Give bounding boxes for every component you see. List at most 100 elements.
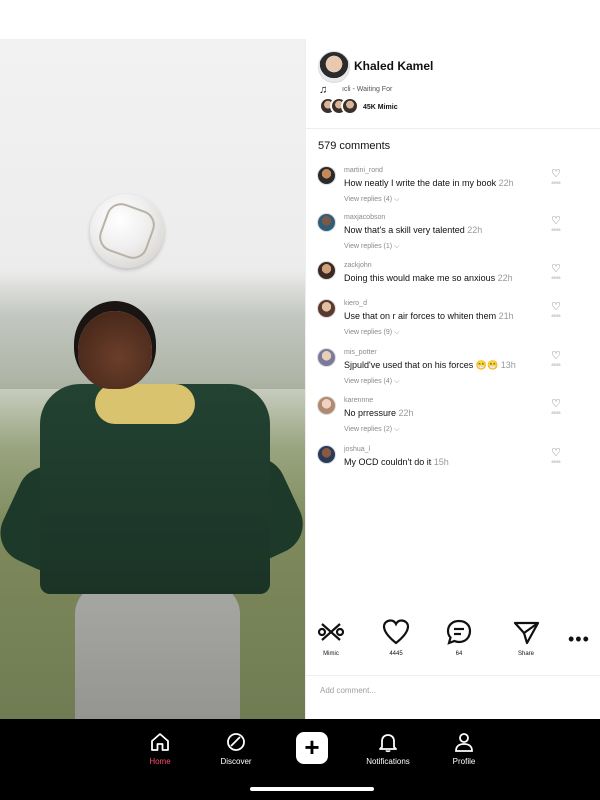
comment-like-button[interactable]: ♡ 8098 (550, 301, 562, 319)
comment-like-button[interactable]: ♡ 8098 (550, 216, 562, 233)
music-title[interactable]: ıcli - Waiting For (342, 86, 392, 93)
mimic-count[interactable]: 45K Mimic (363, 104, 398, 111)
comment-avatar[interactable] (317, 213, 336, 232)
comment-text: No prressure 22h (344, 408, 414, 418)
creator-avatar[interactable] (318, 51, 350, 83)
nav-profile[interactable]: Profile (434, 731, 494, 766)
comment-time: 15h (433, 457, 449, 467)
comment-avatar[interactable] (317, 445, 336, 464)
comment-like-button[interactable]: ♡ 8098 (550, 263, 562, 281)
profile-person-icon (455, 733, 473, 752)
person-pants (75, 584, 240, 719)
discover-search-icon (227, 733, 245, 751)
heart-outline-icon: ♡ (551, 350, 561, 362)
share-label: Share (517, 651, 534, 657)
comment-like-count: 8098 (551, 227, 561, 232)
comments-count: 64 (455, 651, 463, 657)
comment-avatar[interactable] (317, 396, 336, 415)
comment-like-button[interactable]: ♡ 8098 (550, 398, 562, 416)
view-replies-label: View replies (9) (344, 329, 393, 336)
chevron-down-icon: ⌵ (394, 243, 400, 250)
comment-username[interactable]: maxjacobson (344, 214, 385, 221)
comment-avatar[interactable] (317, 299, 336, 318)
comment-username[interactable]: martini_rond (344, 167, 383, 174)
heart-outline-icon: ♡ (551, 301, 561, 313)
comment-time: 21h (498, 311, 514, 321)
mimic-button[interactable]: Mimic (306, 617, 356, 657)
home-icon (151, 733, 169, 751)
nav-notifications-label: Notifications (366, 757, 410, 766)
person-head (78, 311, 152, 389)
heart-icon (371, 617, 421, 647)
comment-like-button[interactable]: ♡ 8098 (550, 168, 562, 186)
comment-avatar[interactable] (317, 166, 336, 185)
view-replies-link[interactable]: View replies (9) ⌵ (344, 329, 399, 337)
chevron-down-icon: ⌵ (394, 196, 400, 203)
comment-like-count: 8098 (551, 362, 561, 367)
comment-like-count: 8098 (551, 459, 561, 464)
heart-outline-icon: ♡ (551, 168, 561, 180)
comments-panel: Khaled Kamel ♫ ıcli - Waiting For 45K Mi… (305, 39, 600, 719)
like-button[interactable]: 4445 (371, 617, 421, 657)
comment-body: Now that's a skill very talented (344, 225, 465, 235)
comment-like-count: 8098 (551, 410, 561, 415)
create-plus-button[interactable]: + (296, 732, 328, 764)
comment-like-button[interactable]: ♡ 8098 (550, 448, 562, 465)
comment-body: How neatly I write the date in my book (344, 178, 497, 188)
mimic-icon (306, 617, 356, 647)
comment-body: My OCD couldn't do it (344, 457, 432, 467)
view-replies-label: View replies (4) (344, 378, 393, 385)
heart-outline-icon: ♡ (551, 263, 561, 275)
share-button[interactable]: Share (501, 617, 551, 657)
comment-text: Use that on r air forces to whiten them … (344, 311, 514, 321)
add-comment-input[interactable] (320, 686, 580, 695)
comment-button[interactable]: 64 (434, 617, 484, 657)
comment-username[interactable]: joshua_l (344, 446, 370, 453)
nav-discover-label: Discover (220, 757, 252, 766)
comment-avatar[interactable] (317, 261, 336, 280)
view-replies-link[interactable]: View replies (1) ⌵ (344, 243, 399, 251)
music-note-icon: ♫ (319, 84, 328, 96)
comment-avatar[interactable] (317, 348, 336, 367)
heart-outline-icon: ♡ (551, 398, 561, 410)
nav-discover[interactable]: Discover (206, 731, 266, 766)
view-replies-link[interactable]: View replies (4) ⌵ (344, 196, 399, 204)
creator-name[interactable]: Khaled Kamel (354, 59, 433, 73)
share-send-icon (501, 617, 551, 647)
comment-body: Sjpuld've used that on his forces 😁😁 (344, 360, 499, 370)
add-comment-bar (306, 675, 600, 719)
chevron-down-icon: ⌵ (394, 329, 400, 336)
comment-time: 13h (500, 360, 516, 370)
comment-text: Doing this would make me so anxious 22h (344, 273, 513, 283)
comment-username[interactable]: mis_potter (344, 349, 377, 356)
comment-like-count: 8098 (551, 180, 561, 185)
comments-count-title: 579 comments (318, 140, 391, 152)
home-indicator (250, 787, 374, 791)
comment-like-count: 8098 (551, 275, 561, 280)
comment-like-count: 8098 (551, 313, 561, 318)
bell-icon (379, 734, 397, 753)
comment-like-button[interactable]: ♡ 8098 (550, 350, 562, 368)
comment-time: 22h (398, 408, 414, 418)
video-frame[interactable] (0, 39, 305, 719)
creator-header: Khaled Kamel ♫ ıcli - Waiting For 45K Mi… (306, 39, 600, 129)
likes-count: 4445 (389, 651, 403, 657)
nav-home[interactable]: Home (130, 731, 190, 766)
comment-text: My OCD couldn't do it 15h (344, 457, 449, 467)
view-replies-label: View replies (1) (344, 243, 393, 250)
mimic-avatars[interactable] (319, 97, 359, 117)
view-replies-link[interactable]: View replies (2) ⌵ (344, 426, 399, 434)
nav-notifications[interactable]: Notifications (358, 731, 418, 766)
nav-home-label: Home (149, 757, 171, 766)
comment-body: No prressure (344, 408, 397, 418)
comment-username[interactable]: kiero_d (344, 300, 367, 307)
comment-text: Now that's a skill very talented 22h (344, 225, 482, 235)
comment-username[interactable]: karennne (344, 397, 373, 404)
view-replies-label: View replies (4) (344, 196, 393, 203)
view-replies-link[interactable]: View replies (4) ⌵ (344, 378, 399, 386)
comment-body: Doing this would make me so anxious (344, 273, 496, 283)
more-options-icon[interactable]: ••• (568, 629, 590, 650)
comment-username[interactable]: zackjohn (344, 262, 372, 269)
background-trees (0, 269, 305, 389)
chevron-down-icon: ⌵ (394, 426, 400, 433)
